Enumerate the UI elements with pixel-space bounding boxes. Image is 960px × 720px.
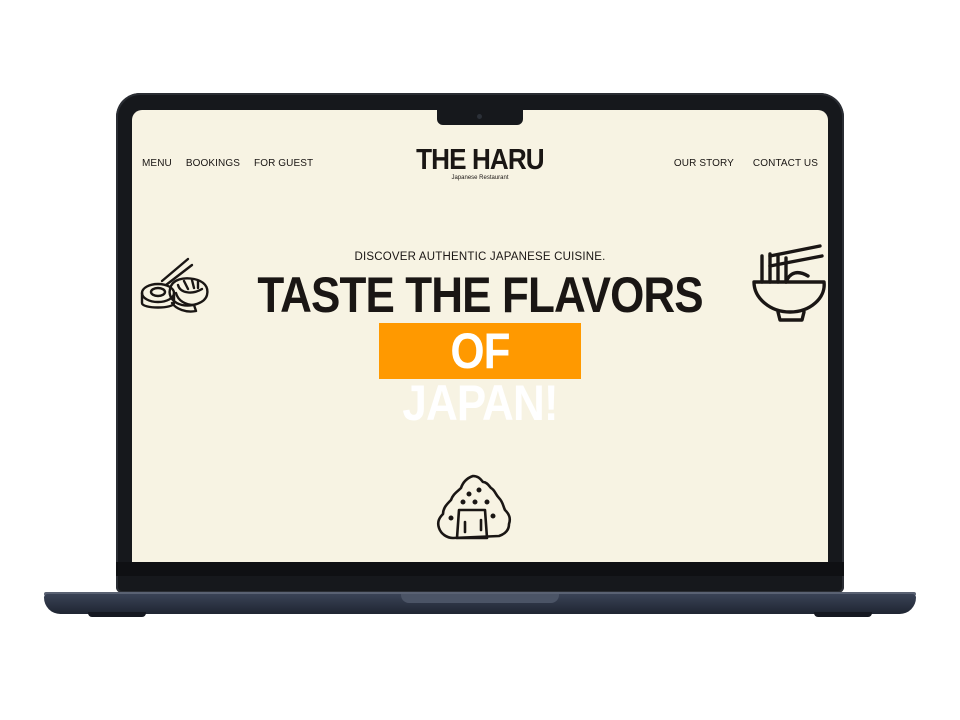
camera-icon — [477, 114, 482, 119]
laptop-bezel — [116, 562, 844, 576]
sushi-icon — [140, 257, 209, 313]
nav-right: OUR STORY CONTACT US — [674, 158, 818, 169]
laptop-foot-right — [814, 612, 872, 617]
hero-kicker: DISCOVER AUTHENTIC JAPANESE CUISINE. — [354, 251, 606, 263]
hero-headline-line2: OF JAPAN! — [402, 323, 558, 431]
camera-notch — [437, 110, 523, 125]
hero-headline-line1: TASTE THE FLAVORS — [257, 267, 703, 323]
logo-title: THE HARU — [416, 144, 545, 176]
hero-headline: TASTE THE FLAVORS — [132, 270, 828, 320]
website-screen: MENU BOOKINGS FOR GUEST THE HARU Japanes… — [132, 110, 828, 562]
onigiri-icon — [436, 474, 512, 540]
laptop-base-notch — [401, 594, 559, 603]
laptop-foot-left — [88, 612, 146, 617]
nav-contact-us-link[interactable]: CONTACT US — [753, 158, 818, 169]
ramen-bowl-icon — [752, 244, 826, 322]
hero-headline-highlight-text: OF JAPAN! — [379, 325, 581, 429]
nav-our-story-link[interactable]: OUR STORY — [674, 158, 734, 169]
